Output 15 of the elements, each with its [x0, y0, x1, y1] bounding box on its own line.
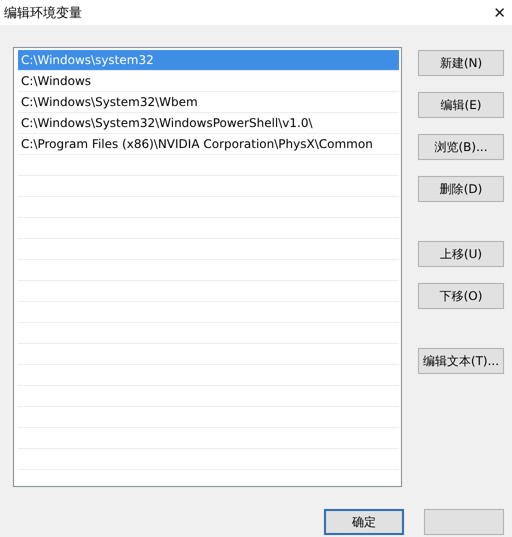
ok-button[interactable]: 确定: [324, 509, 404, 535]
action-button[interactable]: 编辑文本(T)...: [418, 348, 504, 374]
action-button[interactable]: 浏览(B)...: [418, 134, 504, 160]
cancel-button[interactable]: [424, 509, 504, 535]
action-button[interactable]: 下移(O): [418, 283, 504, 309]
action-button[interactable]: 新建(N): [418, 50, 504, 76]
action-button[interactable]: 编辑(E): [418, 92, 504, 118]
path-item[interactable]: C:\Windows: [18, 71, 399, 91]
path-item[interactable]: C:\Program Files (x86)\NVIDIA Corporation\PhysX\Common: [18, 134, 399, 154]
path-item[interactable]: C:\Windows\System32\Wbem: [18, 92, 399, 112]
action-button[interactable]: 删除(D): [418, 176, 504, 202]
close-button[interactable]: ✕: [493, 4, 506, 22]
window-title: 编辑环境变量: [4, 4, 82, 22]
path-item[interactable]: C:\Windows\System32\WindowsPowerShell\v1.0\: [18, 113, 399, 133]
action-button[interactable]: 上移(U): [418, 241, 504, 267]
